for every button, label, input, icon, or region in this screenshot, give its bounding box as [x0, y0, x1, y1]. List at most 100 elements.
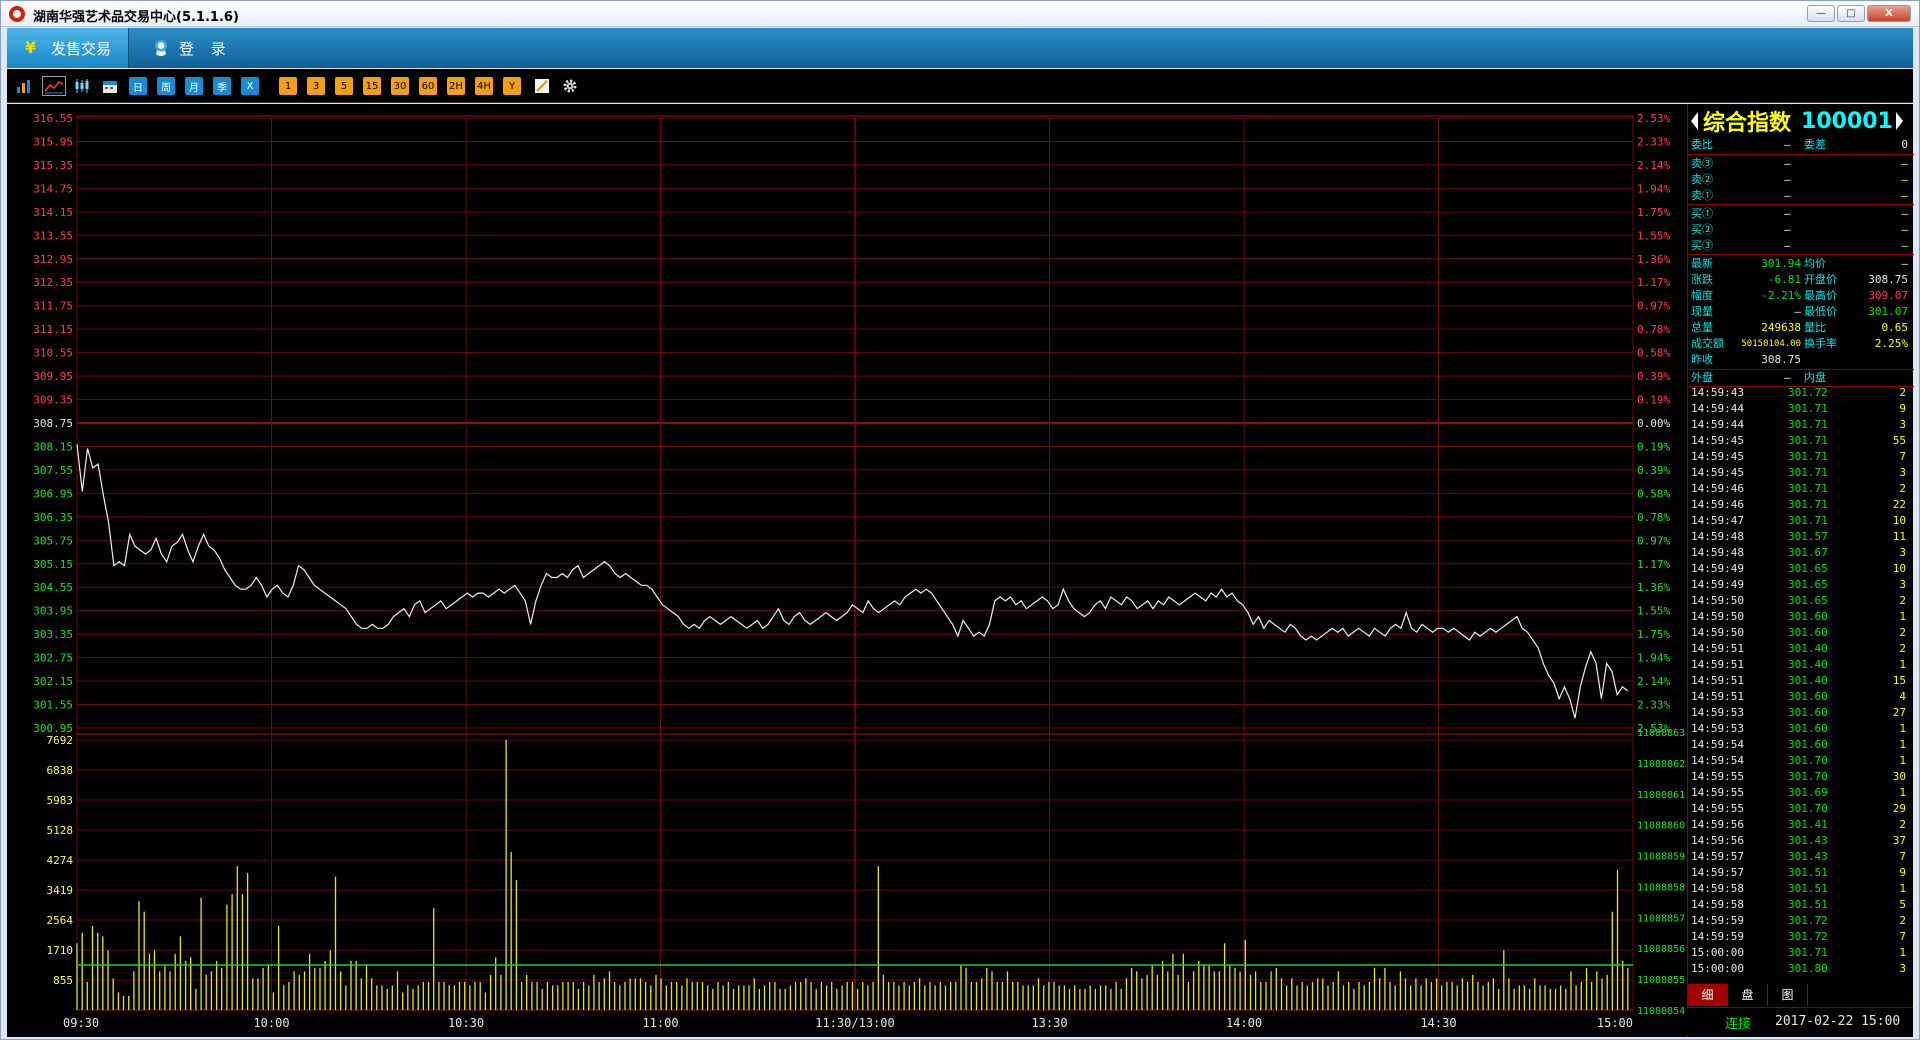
- minute-60-button[interactable]: 60: [419, 77, 437, 95]
- tick-row[interactable]: 14:59:51 301.60 4: [1688, 689, 1914, 705]
- title-bar[interactable]: 湖南华强艺术品交易中心(5.1.1.6) — □ X: [1, 1, 1919, 27]
- period-custom-button[interactable]: X: [241, 77, 259, 95]
- next-instrument-icon[interactable]: [1895, 112, 1903, 130]
- stat-label: 均价: [1804, 257, 1826, 270]
- hour-2-button[interactable]: 2H: [447, 77, 465, 95]
- tab-details[interactable]: 细: [1688, 984, 1728, 1006]
- tick-row[interactable]: 14:59:57 301.43 7: [1688, 849, 1914, 865]
- tick-row[interactable]: 14:59:56 301.43 37: [1688, 833, 1914, 849]
- tick-row[interactable]: 14:59:45 301.71 55: [1688, 433, 1914, 449]
- period-day-button[interactable]: 日: [129, 77, 147, 95]
- tick-row[interactable]: 14:59:58 301.51 5: [1688, 897, 1914, 913]
- tick-row[interactable]: 14:59:59 301.72 7: [1688, 929, 1914, 945]
- settings-gear-icon[interactable]: [561, 77, 579, 95]
- tick-row[interactable]: 14:59:54 301.60 1: [1688, 737, 1914, 753]
- tick-row[interactable]: 14:59:48 301.67 3: [1688, 545, 1914, 561]
- tick-price: 301.71: [1788, 450, 1828, 463]
- candlestick-icon[interactable]: [73, 77, 91, 95]
- tick-row[interactable]: 14:59:51 301.40 1: [1688, 657, 1914, 673]
- stat-value: -6.81: [1767, 273, 1801, 286]
- buy-volume: —: [1901, 223, 1908, 236]
- calendar-icon[interactable]: [101, 77, 119, 95]
- tick-row[interactable]: 14:59:51 301.40 15: [1688, 673, 1914, 689]
- tick-volume: 9: [1899, 402, 1906, 415]
- tick-row[interactable]: 14:59:45 301.71 7: [1688, 449, 1914, 465]
- tab-sale-trading[interactable]: ¥ 发售交易: [7, 28, 129, 68]
- weicha-value: 0: [1901, 138, 1908, 151]
- minute-15-button[interactable]: 15: [363, 77, 381, 95]
- bar-chart-icon[interactable]: [15, 77, 33, 95]
- tick-volume: 3: [1899, 546, 1906, 559]
- minute-3-button[interactable]: 3: [307, 77, 325, 95]
- stat-value: 50150104.00: [1741, 339, 1801, 349]
- waipan-label: 外盘: [1691, 371, 1713, 384]
- price-tick-label: 305.75: [33, 534, 73, 547]
- time-tick-label: 13:30: [1031, 1016, 1067, 1030]
- price-tick-label: 302.75: [33, 652, 73, 665]
- tick-row[interactable]: 14:59:50 301.60 1: [1688, 609, 1914, 625]
- tick-price: 301.51: [1788, 882, 1828, 895]
- tick-volume: 1: [1899, 722, 1906, 735]
- tick-row[interactable]: 14:59:50 301.65 2: [1688, 593, 1914, 609]
- tick-row[interactable]: 14:59:46 301.71 22: [1688, 497, 1914, 513]
- tick-list[interactable]: 14:59:43 301.72 2 14:59:44 301.71 9 14:59:44 30…: [1688, 385, 1914, 977]
- pct-tick-label: 2.14%: [1637, 675, 1670, 688]
- tick-row[interactable]: 14:59:50 301.60 2: [1688, 625, 1914, 641]
- tick-row[interactable]: 14:59:46 301.71 2: [1688, 481, 1914, 497]
- tick-time: 14:59:56: [1691, 818, 1744, 831]
- line-chart-icon[interactable]: [42, 76, 66, 96]
- close-button[interactable]: X: [1867, 5, 1911, 22]
- restore-button[interactable]: □: [1837, 5, 1865, 22]
- tick-row[interactable]: 15:00:00 301.80 3: [1688, 961, 1914, 977]
- tick-row[interactable]: 14:59:55 301.70 29: [1688, 801, 1914, 817]
- tick-row[interactable]: 14:59:53 301.60 1: [1688, 721, 1914, 737]
- minimize-button[interactable]: —: [1807, 5, 1835, 22]
- window-controls: — □ X: [1807, 5, 1911, 22]
- tick-row[interactable]: 14:59:48 301.57 11: [1688, 529, 1914, 545]
- tab-chart[interactable]: 图: [1768, 984, 1808, 1006]
- tick-price: 301.65: [1788, 562, 1828, 575]
- tick-volume: 55: [1892, 434, 1906, 447]
- tick-price: 301.71: [1788, 418, 1828, 431]
- tab-login[interactable]: 登 录: [145, 28, 232, 68]
- tab-book[interactable]: 盘: [1728, 984, 1768, 1006]
- tick-row[interactable]: 14:59:53 301.60 27: [1688, 705, 1914, 721]
- stat-value: —: [1794, 305, 1801, 318]
- tick-row[interactable]: 14:59:55 301.69 1: [1688, 785, 1914, 801]
- tick-row[interactable]: 14:59:45 301.71 3: [1688, 465, 1914, 481]
- draw-tool-icon[interactable]: [533, 77, 551, 95]
- tick-row[interactable]: 14:59:54 301.70 1: [1688, 753, 1914, 769]
- minute-1-button[interactable]: 1: [279, 77, 297, 95]
- period-quarter-button[interactable]: 季: [213, 77, 231, 95]
- period-week-button[interactable]: 周: [157, 77, 175, 95]
- period-month-button[interactable]: 月: [185, 77, 203, 95]
- tick-row[interactable]: 15:00:00 301.71 1: [1688, 945, 1914, 961]
- tick-row[interactable]: 14:59:44 301.71 9: [1688, 401, 1914, 417]
- year-button[interactable]: Y: [503, 77, 521, 95]
- minute-5-button[interactable]: 5: [335, 77, 353, 95]
- tick-row[interactable]: 14:59:58 301.51 1: [1688, 881, 1914, 897]
- tick-time: 14:59:53: [1691, 722, 1744, 735]
- tick-row[interactable]: 14:59:44 301.71 3: [1688, 417, 1914, 433]
- pct-tick-label: 0.58%: [1637, 347, 1670, 360]
- tick-row[interactable]: 14:59:55 301.70 30: [1688, 769, 1914, 785]
- tick-row[interactable]: 14:59:59 301.72 2: [1688, 913, 1914, 929]
- tick-row[interactable]: 14:59:49 301.65 3: [1688, 577, 1914, 593]
- prev-instrument-icon[interactable]: [1691, 112, 1698, 130]
- intraday-chart-area[interactable]: 316.55 2.53% 315.95 2.33% 315.35 2.14% 314.75 1…: [7, 104, 1687, 1037]
- sell-volume: —: [1901, 157, 1908, 170]
- tick-row[interactable]: 14:59:43 301.72 2: [1688, 385, 1914, 401]
- tick-price: 301.72: [1788, 930, 1828, 943]
- tick-row[interactable]: 14:59:57 301.51 9: [1688, 865, 1914, 881]
- buy-row: 买② — —: [1688, 222, 1914, 238]
- intraday-chart[interactable]: 316.55 2.53% 315.95 2.33% 315.35 2.14% 314.75 1…: [7, 104, 1687, 1037]
- minute-30-button[interactable]: 30: [391, 77, 409, 95]
- tick-row[interactable]: 14:59:51 301.40 2: [1688, 641, 1914, 657]
- tick-row[interactable]: 14:59:49 301.65 10: [1688, 561, 1914, 577]
- open-interest-tick-label: 11088861: [1637, 790, 1685, 801]
- stat-value: 308.75: [1868, 273, 1908, 286]
- tick-row[interactable]: 14:59:47 301.71 10: [1688, 513, 1914, 529]
- hour-4-button[interactable]: 4H: [475, 77, 493, 95]
- tick-time: 14:59:46: [1691, 498, 1744, 511]
- tick-row[interactable]: 14:59:56 301.41 2: [1688, 817, 1914, 833]
